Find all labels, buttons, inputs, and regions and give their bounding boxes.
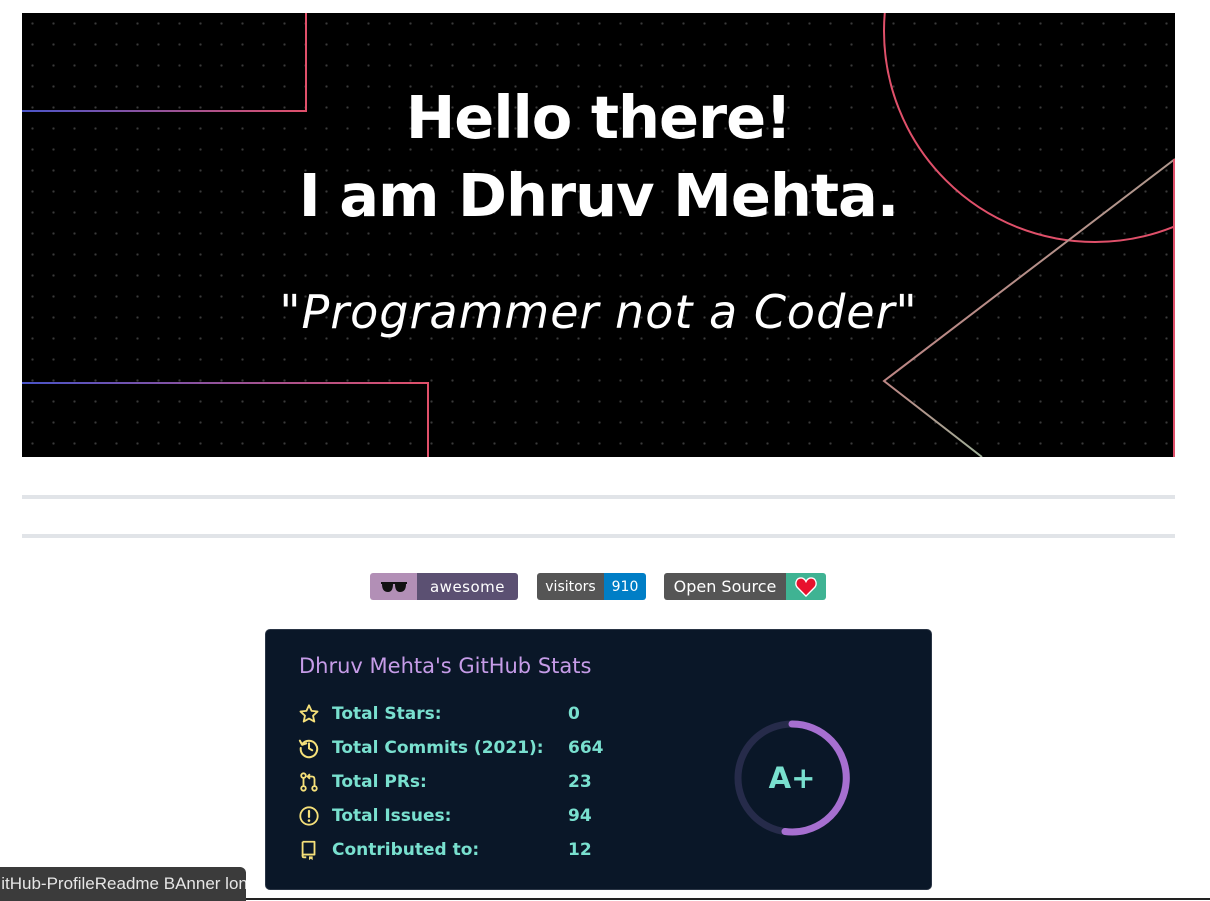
- awesome-badge-label: awesome: [417, 573, 518, 600]
- repo-icon: [301, 840, 316, 861]
- stats-card-title: Dhruv Mehta's GitHub Stats: [299, 654, 592, 678]
- visitors-badge[interactable]: visitors 910: [537, 573, 646, 600]
- github-stats-card[interactable]: Dhruv Mehta's GitHub Stats Total Stars: …: [265, 629, 932, 890]
- stat-label: Total Stars:: [332, 704, 442, 724]
- stat-row-contributed: Contributed to: 12: [298, 838, 618, 862]
- banner-name: I am Dhruv Mehta.: [298, 161, 900, 230]
- stat-row-prs: Total PRs: 23: [298, 770, 618, 794]
- stat-value: 94: [568, 806, 592, 826]
- banner-tagline: "Programmer not a Coder": [279, 285, 918, 339]
- bottom-border: [246, 898, 1210, 900]
- open-source-badge[interactable]: Open Source: [664, 573, 826, 600]
- stat-value: 23: [568, 772, 592, 792]
- stat-label: Total Issues:: [332, 806, 452, 826]
- banner-decoration: [22, 13, 1175, 457]
- open-source-label: Open Source: [664, 573, 786, 600]
- profile-banner: Hello there! I am Dhruv Mehta. "Programm…: [22, 13, 1175, 457]
- stat-row-issues: Total Issues: 94: [298, 804, 618, 828]
- stat-label: Total Commits (2021):: [332, 738, 544, 758]
- history-icon: [298, 739, 319, 759]
- rank-grade: A+: [768, 761, 816, 795]
- divider: [22, 534, 1175, 538]
- issue-icon: [299, 806, 319, 826]
- heart-icon: [786, 573, 826, 600]
- stat-row-commits: Total Commits (2021): 664: [298, 736, 618, 760]
- star-icon: [299, 704, 319, 723]
- image-filename-tooltip: GitHub-ProfileReadme BAnner long (1).png: [0, 867, 246, 901]
- stat-label: Total PRs:: [332, 772, 427, 792]
- stat-label: Contributed to:: [332, 840, 480, 860]
- stat-value: 664: [568, 738, 604, 758]
- pull-request-icon: [300, 772, 318, 792]
- stat-value: 0: [568, 704, 580, 724]
- visitors-count: 910: [604, 573, 646, 600]
- stat-value: 12: [568, 840, 592, 860]
- awesome-badge[interactable]: awesome: [370, 573, 518, 600]
- visitors-label: visitors: [537, 573, 604, 600]
- stat-row-stars: Total Stars: 0: [298, 702, 618, 726]
- banner-greeting: Hello there!: [405, 83, 792, 152]
- sunglasses-icon: [370, 573, 417, 600]
- divider: [22, 495, 1175, 499]
